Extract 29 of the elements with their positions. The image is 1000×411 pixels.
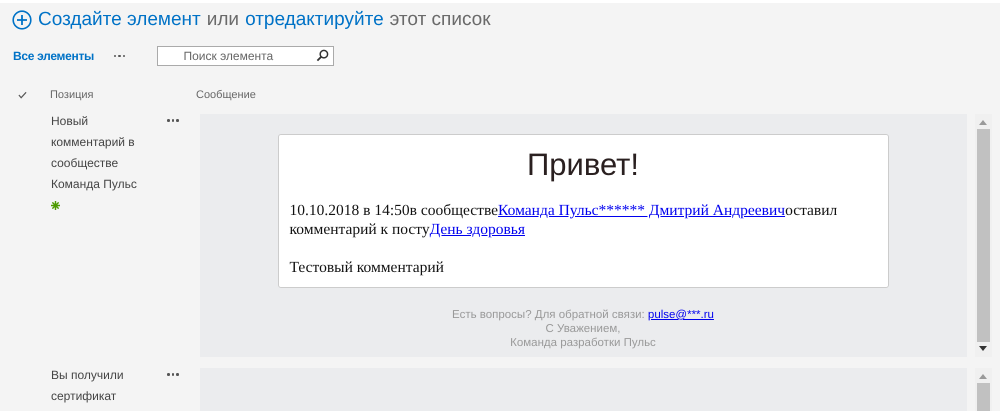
search-icon[interactable]: [316, 49, 330, 62]
scrollbar[interactable]: [974, 368, 992, 411]
footer-text: С Уважением,: [546, 323, 620, 335]
column-header[interactable]: Позиция: [50, 89, 196, 101]
email-link[interactable]: pulse@***.ru: [648, 309, 714, 321]
message-text: 10.10.2018 в 14:50в сообществеКоманда Пульс****** Дмитрий Андреевичоставил комментарий к постуДень здоровья: [290, 201, 838, 239]
item-title[interactable]: Новый комментарий в сообществе Команда Пульс: [51, 111, 143, 216]
message-link[interactable]: День здоровья: [430, 221, 525, 238]
scroll-up-icon[interactable]: [979, 374, 987, 379]
scroll-thumb[interactable]: [976, 129, 990, 342]
edit-link[interactable]: отредактируйте: [245, 9, 384, 31]
search-field[interactable]: Поиск элемента: [157, 46, 334, 66]
footer-text: Команда разработки Пульс: [510, 337, 656, 349]
title-text: этот список: [390, 9, 491, 31]
add-icon[interactable]: [12, 10, 32, 30]
checkmark-icon[interactable]: [18, 91, 27, 99]
column-header[interactable]: Сообщение: [196, 89, 256, 101]
view-tab[interactable]: Все элементы: [13, 49, 94, 63]
item-title[interactable]: Вы получили сертификат: [51, 365, 143, 407]
footer-text: Есть вопросы? Для обратной связи:: [452, 309, 645, 321]
greeting-heading: Привет!: [526, 147, 640, 183]
comment-text: Тестовый комментарий: [290, 258, 445, 277]
scroll-up-icon[interactable]: [979, 120, 987, 125]
scroll-down-icon[interactable]: [979, 346, 987, 351]
message-link[interactable]: Команда Пульс****** Дмитрий Андреевич: [498, 202, 786, 219]
create-link[interactable]: Создайте элемент: [38, 9, 201, 31]
scrollbar[interactable]: [974, 114, 992, 357]
scroll-thumb[interactable]: [976, 383, 990, 411]
title-text: или: [206, 9, 240, 31]
